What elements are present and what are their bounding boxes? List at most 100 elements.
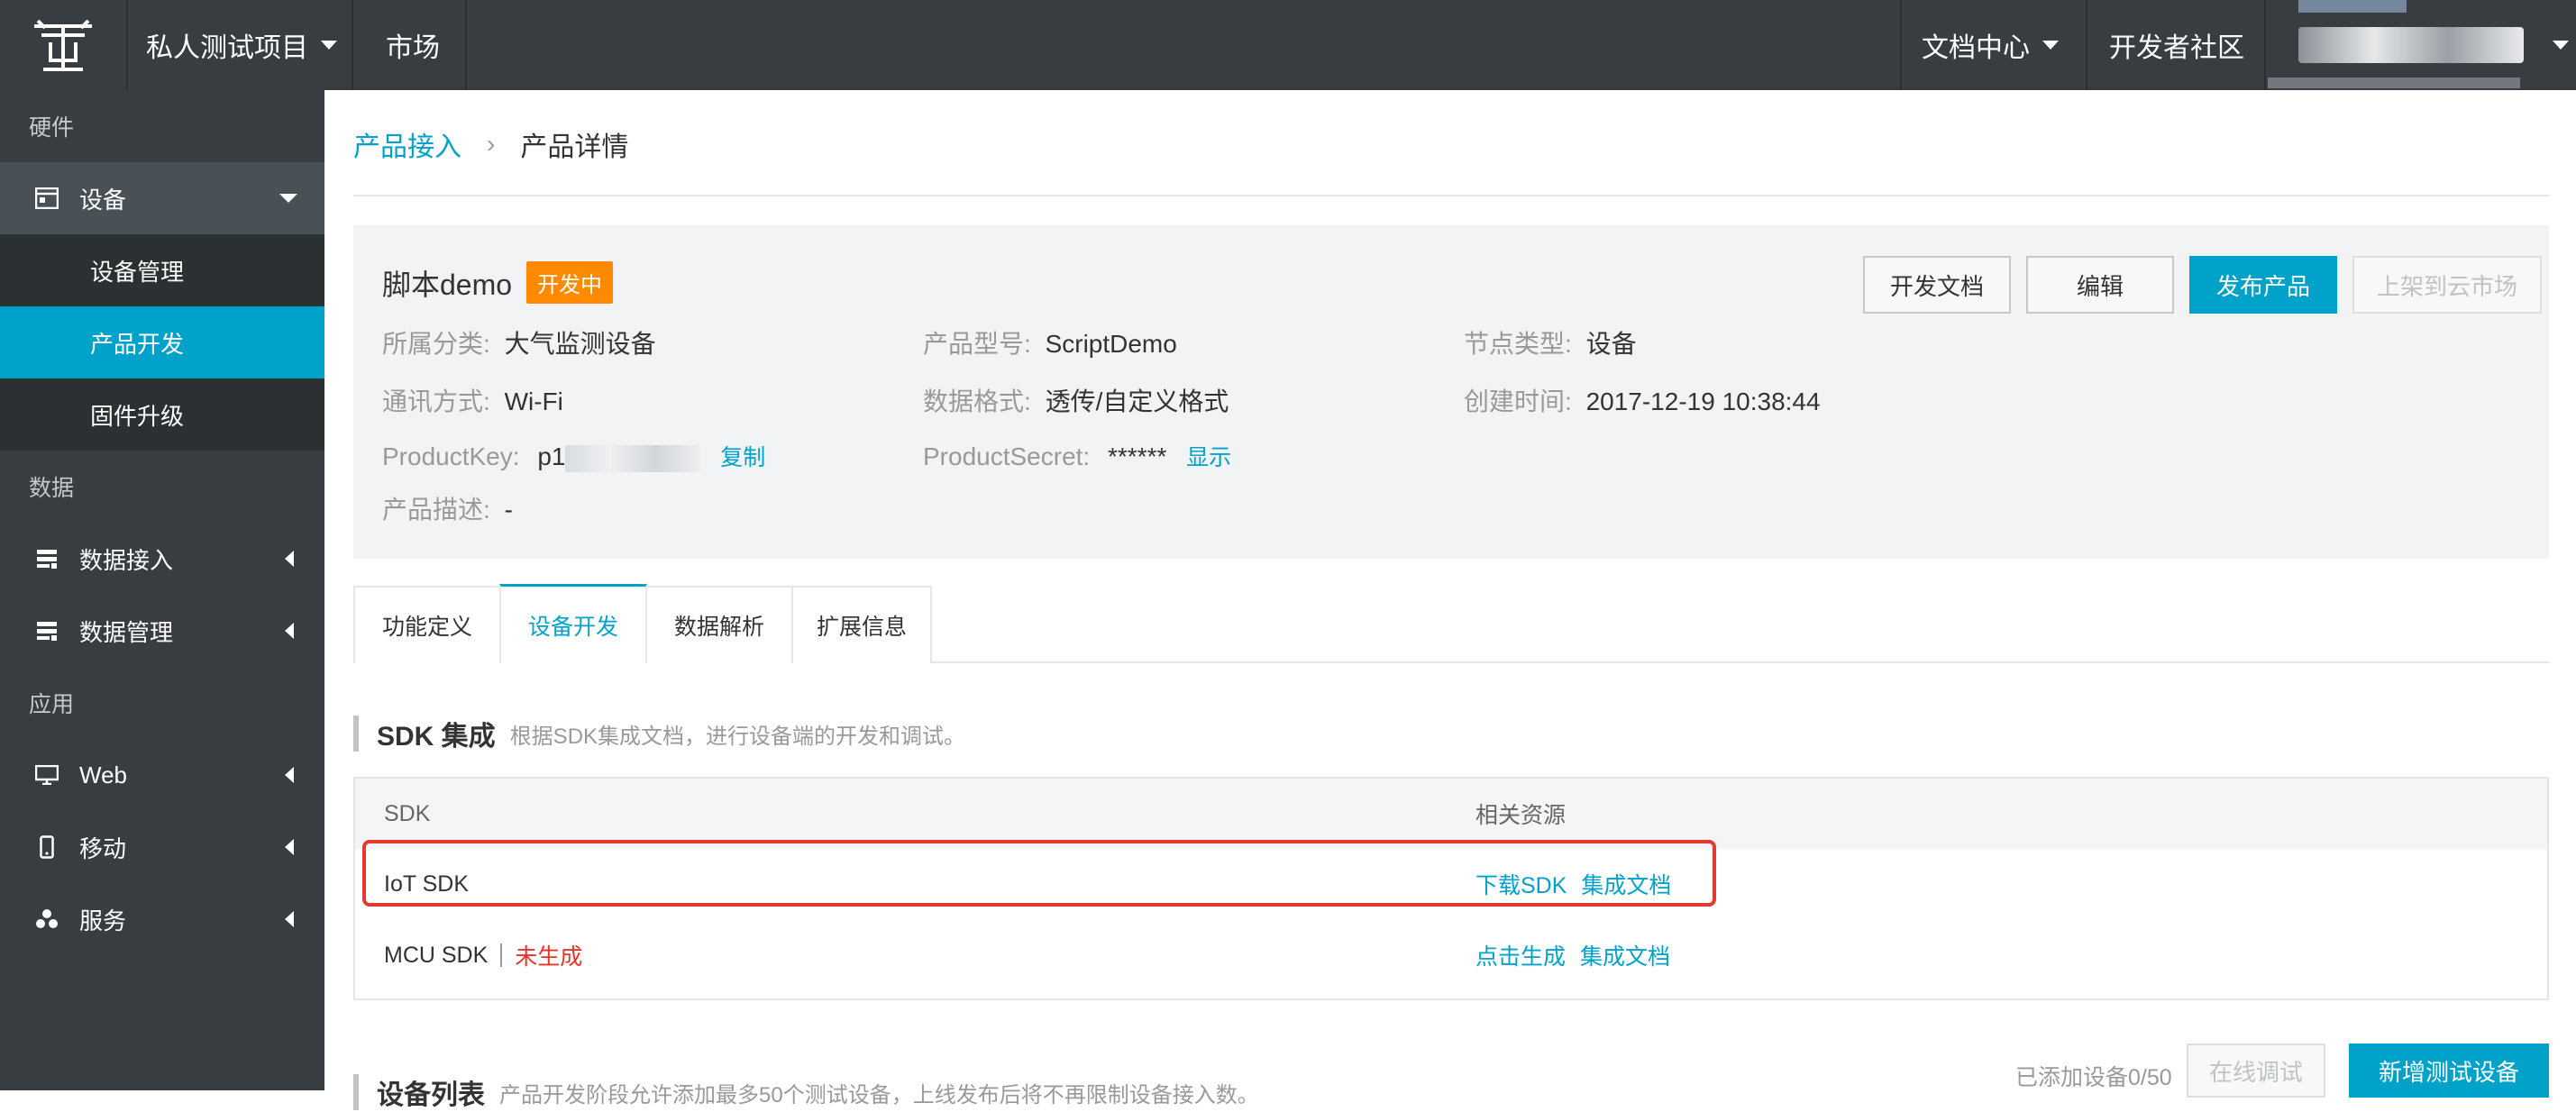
generate-link[interactable]: 点击生成 (1475, 939, 1566, 971)
product-title: 脚本demo 开发中 (382, 261, 614, 304)
section-description: 根据SDK集成文档，进行设备端的开发和调试。 (509, 724, 966, 749)
sidebar-group-app: 应用 (29, 692, 75, 717)
tab-function-definition[interactable]: 功能定义 (353, 586, 501, 663)
chevron-down-icon (279, 194, 297, 203)
breadcrumb: 产品接入 › 产品详情 (353, 124, 628, 164)
sidebar-item-label: 设备 (79, 186, 127, 214)
data-format-field: 数据格式: 透传/自定义格式 (923, 382, 1229, 418)
field-label: 数据格式: (923, 387, 1031, 415)
chevron-left-icon (285, 551, 294, 567)
sidebar-item-label: 移动 (79, 834, 127, 862)
device-count: 已添加设备0/50 (2015, 1065, 2172, 1090)
product-secret-field: ProductSecret: ****** 显示 (923, 440, 1231, 472)
chevron-left-icon (285, 623, 294, 639)
field-label: 节点类型: (1464, 330, 1572, 358)
field-label: 所属分类: (382, 330, 490, 358)
field-value: Wi-Fi (504, 387, 563, 415)
breadcrumb-separator-icon: › (487, 130, 496, 158)
docs-center-label: 文档中心 (1922, 33, 2030, 63)
chevron-down-icon (321, 41, 337, 50)
sidebar-item-device-management[interactable]: 设备管理 (0, 234, 324, 306)
sdk-name: MCU SDK (384, 942, 489, 968)
section-title: 设备列表 (377, 1080, 485, 1110)
description-field: 产品描述: - (382, 490, 513, 526)
field-value: ****** (1107, 442, 1167, 470)
breadcrumb-current: 产品详情 (520, 132, 629, 162)
field-value: 设备 (1585, 330, 1637, 358)
sidebar-item-data-management[interactable]: 数据管理 (0, 595, 324, 667)
logo-icon[interactable] (0, 0, 126, 90)
dev-docs-button[interactable]: 开发文档 (1863, 256, 2011, 314)
project-selector[interactable]: 私人测试项目 (146, 0, 337, 90)
created-time-field: 创建时间: 2017-12-19 10:38:44 (1464, 382, 1821, 418)
field-value: 2017-12-19 10:38:44 (1585, 387, 1821, 415)
server-icon (34, 546, 59, 571)
sidebar: 硬件 设备 设备管理 产品开发 固件升级 数据 数据接入 数据管理 应用 Web (0, 90, 324, 1090)
add-test-device-button[interactable]: 新增测试设备 (2349, 1044, 2549, 1098)
product-name: 脚本demo (382, 268, 513, 301)
category-field: 所属分类: 大气监测设备 (382, 324, 656, 360)
table-row-mcu-sdk-name: MCU SDK 未生成 (384, 919, 582, 991)
chevron-left-icon (285, 839, 294, 855)
sidebar-item-label: Web (79, 761, 127, 788)
field-label: 产品型号: (923, 330, 1031, 358)
sdk-section-header: SDK 集成 根据SDK集成文档，进行设备端的开发和调试。 (353, 716, 965, 752)
product-info-panel: 脚本demo 开发中 开发文档 编辑 发布产品 上架到云市场 所属分类: 大气监… (353, 225, 2549, 559)
publish-product-button[interactable]: 发布产品 (2189, 256, 2337, 314)
edit-button[interactable]: 编辑 (2026, 256, 2174, 314)
developer-community-link[interactable]: 开发者社区 (2109, 0, 2244, 90)
tab-extended-info[interactable]: 扩展信息 (791, 586, 932, 663)
sidebar-item-label: 数据接入 (79, 546, 174, 574)
field-value: 大气监测设备 (504, 330, 656, 358)
chevron-down-icon (2553, 41, 2569, 50)
server-icon (34, 618, 59, 643)
show-secret-link[interactable]: 显示 (1186, 445, 1231, 470)
divider (353, 195, 2549, 196)
highlight-annotation (362, 840, 1716, 907)
field-label: ProductSecret: (923, 442, 1091, 470)
copy-link[interactable]: 复制 (720, 445, 765, 470)
online-debug-button[interactable]: 在线调试 (2187, 1044, 2325, 1098)
sidebar-item-product-development[interactable]: 产品开发 (0, 306, 324, 378)
market-link[interactable]: 市场 (386, 0, 440, 90)
breadcrumb-parent-link[interactable]: 产品接入 (353, 124, 461, 164)
list-on-marketplace-button[interactable]: 上架到云市场 (2352, 256, 2542, 314)
cubes-icon (34, 907, 59, 932)
chevron-down-icon (2042, 41, 2059, 50)
field-label: 产品描述: (382, 496, 490, 524)
phone-icon (34, 834, 59, 860)
section-title: SDK 集成 (377, 722, 496, 752)
main-content: 产品接入 › 产品详情 脚本demo 开发中 开发文档 编辑 发布产品 上架到云… (324, 90, 2576, 1110)
field-value: ScriptDemo (1045, 330, 1177, 358)
sidebar-item-device[interactable]: 设备 (0, 162, 324, 234)
sidebar-item-web[interactable]: Web (0, 739, 324, 811)
product-key-field: ProductKey: p1 复制 (382, 440, 765, 472)
device-list-section-header: 设备列表 产品开发阶段允许添加最多50个测试设备，上线发布后将不再限制设备接入数… (353, 1074, 1259, 1110)
tab-data-parsing[interactable]: 数据解析 (645, 586, 793, 663)
model-field: 产品型号: ScriptDemo (923, 324, 1177, 360)
sidebar-group-data: 数据 (29, 476, 75, 501)
sidebar-item-data-access[interactable]: 数据接入 (0, 523, 324, 595)
project-selector-label: 私人测试项目 (146, 33, 308, 63)
sidebar-item-service[interactable]: 服务 (0, 883, 324, 955)
column-header-sdk: SDK (384, 800, 431, 826)
sidebar-item-label: 服务 (79, 907, 127, 934)
field-label: ProductKey: (382, 442, 520, 470)
field-label: 创建时间: (1464, 387, 1572, 415)
sidebar-item-mobile[interactable]: 移动 (0, 811, 324, 883)
column-header-resources: 相关资源 (1475, 803, 1567, 828)
sidebar-item-firmware-upgrade[interactable]: 固件升级 (0, 378, 324, 451)
node-type-field: 节点类型: 设备 (1464, 324, 1637, 360)
tab-device-development[interactable]: 设备开发 (499, 584, 647, 663)
top-navbar: 私人测试项目 市场 文档中心 开发者社区 (0, 0, 2576, 90)
user-account-menu[interactable] (2268, 0, 2576, 90)
table-row-mcu-sdk-resources: 点击生成 集成文档 (1475, 919, 1670, 991)
docs-center-menu[interactable]: 文档中心 (1922, 0, 2059, 90)
section-description: 产品开发阶段允许添加最多50个测试设备，上线发布后将不再限制设备接入数。 (499, 1082, 1259, 1107)
integration-docs-link[interactable]: 集成文档 (1580, 939, 1670, 971)
divider (500, 943, 503, 967)
status-badge: 开发中 (526, 261, 614, 304)
comm-method-field: 通讯方式: Wi-Fi (382, 382, 563, 418)
redacted-value (565, 444, 701, 472)
monitor-icon (34, 762, 59, 788)
